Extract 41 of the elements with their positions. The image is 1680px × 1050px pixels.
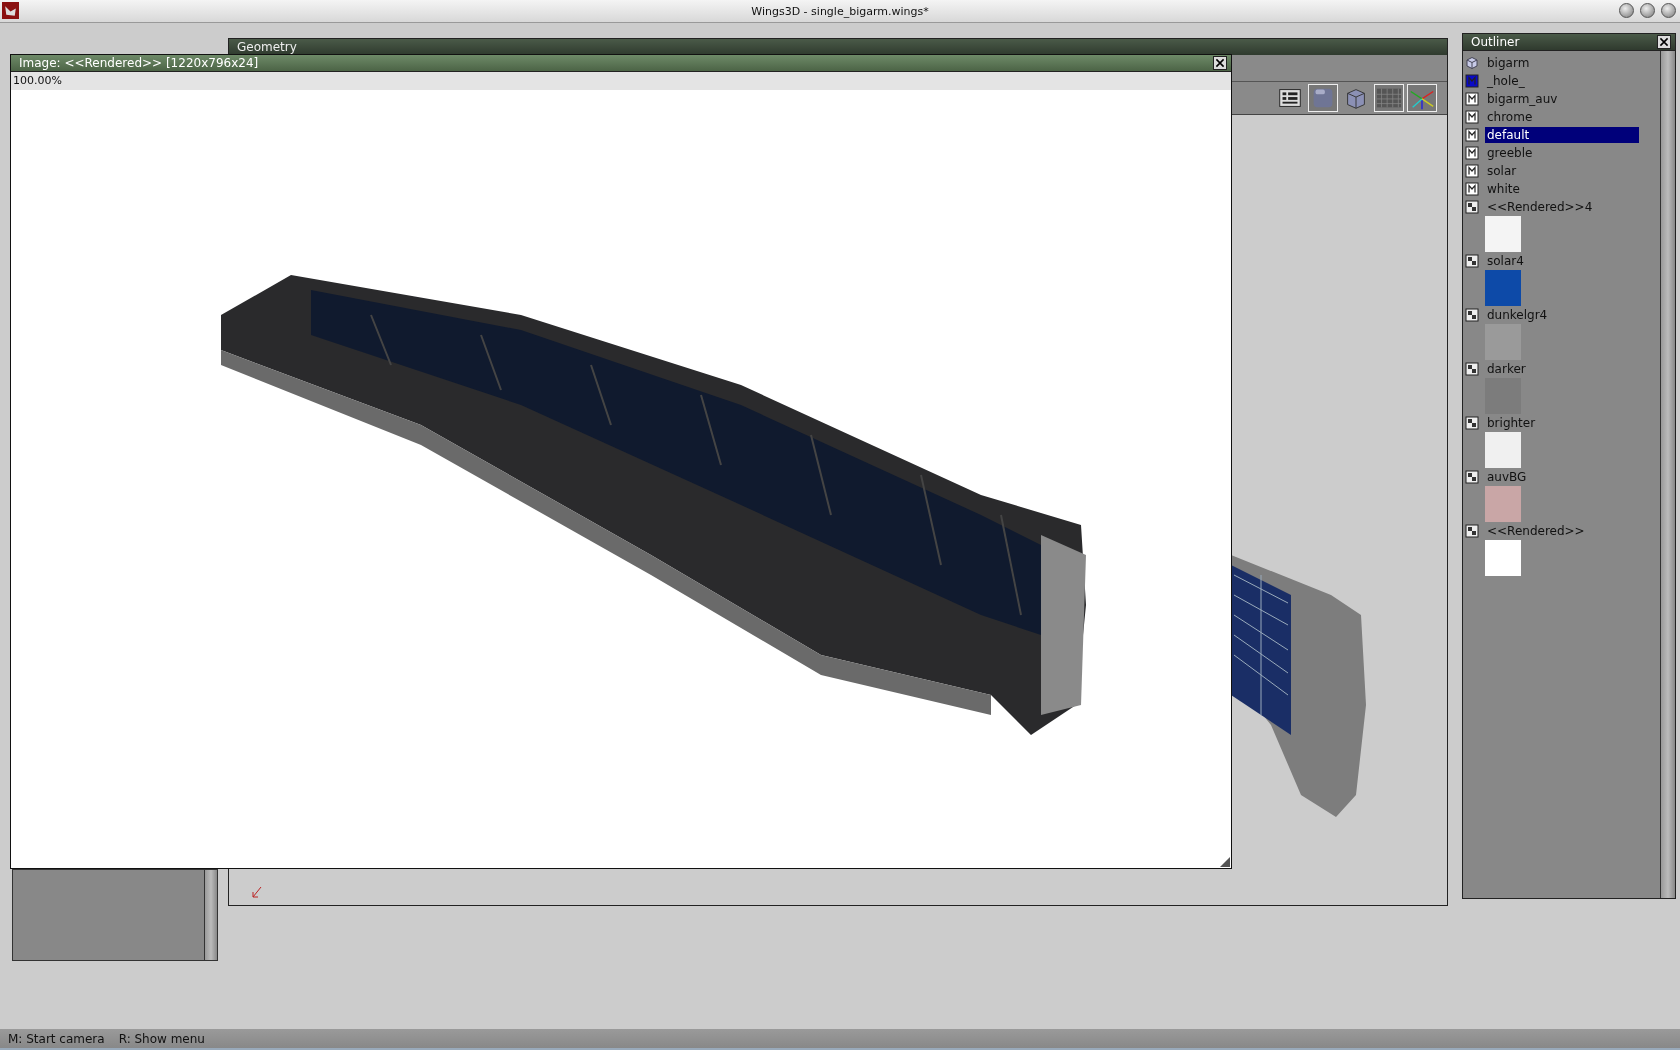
outliner-title: Outliner — [1471, 35, 1520, 49]
outliner-item[interactable]: bigarm — [1485, 55, 1639, 71]
minimize-button[interactable] — [1619, 3, 1634, 18]
outliner-item[interactable]: brighter — [1485, 415, 1639, 431]
outliner-item[interactable]: darker — [1485, 361, 1639, 377]
checker-icon — [1465, 362, 1479, 376]
outliner-item[interactable]: chrome — [1485, 109, 1639, 125]
checker-icon — [1465, 254, 1479, 268]
image-window-title: Image: <<Rendered>> [1220x796x24] — [19, 56, 259, 70]
checker-icon — [1465, 200, 1479, 214]
outliner-item[interactable]: _hole_ — [1485, 73, 1639, 89]
grid-icon[interactable] — [1374, 84, 1404, 112]
close-button[interactable] — [1213, 56, 1227, 70]
cube-icon — [1465, 56, 1479, 70]
close-button[interactable] — [1657, 35, 1671, 49]
outliner-item[interactable]: <<Rendered>>4 — [1485, 199, 1639, 215]
zoom-level: 100.00% — [13, 74, 62, 87]
resize-handle-icon[interactable] — [1220, 857, 1230, 867]
window-title: Wings3D - single_bigarm.wings* — [751, 4, 929, 18]
outliner-item[interactable]: bigarm_auv — [1485, 91, 1639, 107]
status-hint: R: Show menu — [118, 1031, 205, 1046]
axes-icon[interactable] — [1407, 84, 1437, 112]
outliner-item[interactable]: dunkelgr4 — [1485, 307, 1639, 323]
geometry-title: Geometry — [237, 40, 297, 54]
outliner-item[interactable]: white — [1485, 181, 1639, 197]
checker-icon — [1465, 308, 1479, 322]
maximize-button[interactable] — [1640, 3, 1655, 18]
checker-icon — [1465, 470, 1479, 484]
shaded-cube-icon[interactable] — [1308, 84, 1338, 112]
outliner-item[interactable]: <<Rendered>> — [1485, 523, 1639, 539]
outliner-item[interactable]: auvBG — [1485, 469, 1639, 485]
app-logo-icon — [2, 2, 19, 19]
outliner-item[interactable]: solar — [1485, 163, 1639, 179]
scrollbar[interactable] — [204, 870, 217, 960]
scrollbar[interactable] — [1660, 51, 1675, 898]
checker-icon — [1465, 416, 1479, 430]
checker-icon — [1465, 524, 1479, 538]
outliner-item[interactable]: solar4 — [1485, 253, 1639, 269]
outliner-item[interactable]: greeble — [1485, 145, 1639, 161]
status-hint: M: Start camera — [8, 1031, 105, 1046]
outliner-item[interactable]: default — [1485, 127, 1639, 143]
